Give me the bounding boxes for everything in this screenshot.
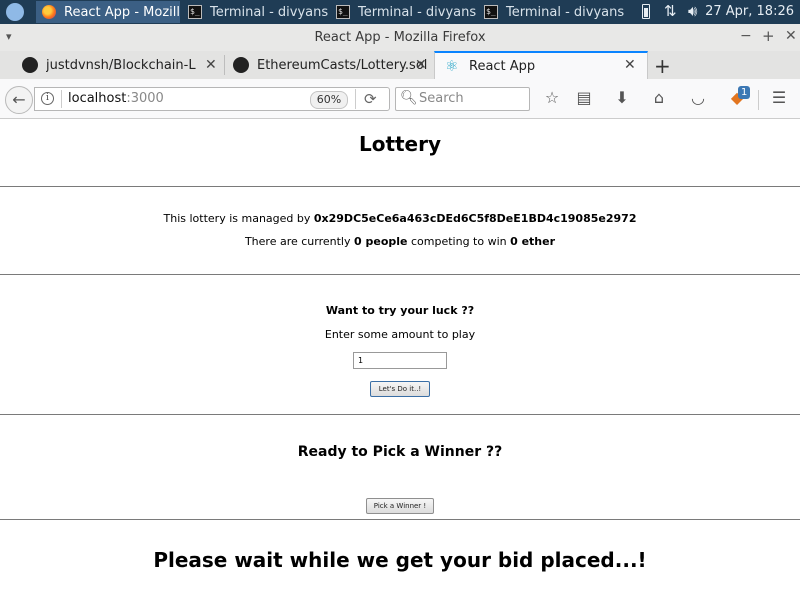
players-prefix: There are currently xyxy=(244,235,354,248)
maximize-icon[interactable]: + xyxy=(762,27,775,45)
manager-address: 0x29DC5eCe6a463cDEd6C5f8DeE1BD4c19085e29… xyxy=(313,212,637,225)
volume-icon[interactable]: 🔊︎ xyxy=(688,2,697,20)
taskbar-item-terminal-1[interactable]: $_ Terminal - divyans... xyxy=(182,1,328,23)
divider xyxy=(0,186,800,187)
tab-label: EthereumCasts/Lottery.sol xyxy=(257,57,428,73)
enter-lottery-button[interactable]: Let's Do it..! xyxy=(370,381,430,397)
terminal-icon: $_ xyxy=(484,5,498,19)
library-icon[interactable]: ▤ xyxy=(573,88,595,107)
pick-winner-button[interactable]: Pick a Winner ! xyxy=(366,498,434,514)
taskbar-item-label: React App - Mozilla... xyxy=(64,4,180,20)
divider xyxy=(0,274,800,275)
minimize-icon[interactable]: − xyxy=(740,28,752,44)
manager-line: This lottery is managed by 0x29DC5eCe6a4… xyxy=(0,212,800,225)
close-tab-icon[interactable]: ✕ xyxy=(205,57,217,73)
hamburger-menu-icon[interactable]: ☰ xyxy=(768,88,790,107)
home-icon[interactable]: ⌂ xyxy=(648,88,670,107)
tab-label: justdvnsh/Blockchain-Lottery xyxy=(46,57,196,73)
window-title: React App - Mozilla Firefox xyxy=(314,30,486,45)
close-tab-icon[interactable]: ✕ xyxy=(415,57,427,73)
react-icon: ⚛ xyxy=(445,57,459,75)
tab-blockchain-lottery[interactable]: justdvnsh/Blockchain-Lottery xyxy=(22,51,222,79)
terminal-icon: $_ xyxy=(336,5,350,19)
site-info-icon[interactable]: i xyxy=(41,92,54,105)
bookmark-star-icon[interactable]: ☆ xyxy=(541,88,563,107)
divider xyxy=(0,519,800,520)
tab-react-app[interactable]: ⚛ React App xyxy=(434,51,648,79)
players-count: 0 people xyxy=(354,235,408,248)
terminal-icon: $_ xyxy=(188,5,202,19)
firefox-icon xyxy=(42,5,56,19)
manager-prefix: This lottery is managed by xyxy=(163,212,314,225)
github-icon xyxy=(233,57,249,73)
taskbar-item-firefox[interactable]: React App - Mozilla... xyxy=(36,1,180,23)
taskbar-item-label: Terminal - divyans... xyxy=(210,4,328,20)
amount-input[interactable] xyxy=(353,352,447,369)
url-port: :3000 xyxy=(126,91,164,106)
taskbar-item-label: Terminal - divyans... xyxy=(506,4,624,20)
url-divider xyxy=(61,90,62,108)
luck-heading: Want to try your luck ?? xyxy=(325,304,475,317)
search-placeholder: Search xyxy=(419,91,464,106)
tab-lottery-sol[interactable]: EthereumCasts/Lottery.sol xyxy=(233,51,433,79)
battery-icon[interactable] xyxy=(642,4,650,19)
close-tab-icon[interactable]: ✕ xyxy=(624,57,636,73)
taskbar-item-terminal-3[interactable]: $_ Terminal - divyans... xyxy=(478,1,624,23)
pot-amount: 0 ether xyxy=(510,235,556,248)
download-icon[interactable]: ⬇ xyxy=(611,88,633,107)
new-tab-icon[interactable]: + xyxy=(654,54,671,78)
back-arrow-icon: ← xyxy=(12,90,26,109)
taskbar-item-label: Terminal - divyans... xyxy=(358,4,476,20)
amount-label: Enter some amount to play xyxy=(324,328,476,341)
search-icon: 🔍︎ xyxy=(400,90,418,106)
taskbar-item-terminal-2[interactable]: $_ Terminal - divyans... xyxy=(330,1,476,23)
close-window-icon[interactable]: ✕ xyxy=(785,28,797,44)
players-line: There are currently 0 people competing t… xyxy=(0,235,800,248)
tab-divider xyxy=(224,55,225,75)
github-icon xyxy=(22,57,38,73)
reload-divider xyxy=(355,89,356,109)
divider xyxy=(0,414,800,415)
tab-label: React App xyxy=(469,58,536,74)
pocket-icon[interactable]: ◡ xyxy=(687,88,709,107)
network-icon[interactable]: ⇅ xyxy=(664,2,677,20)
extension-badge: 1 xyxy=(738,86,751,99)
url-text[interactable]: localhost:3000 xyxy=(68,91,164,106)
page-title: Lottery xyxy=(358,132,442,156)
zoom-indicator[interactable]: 60% xyxy=(310,91,348,109)
players-middle: competing to win xyxy=(407,235,511,248)
menu-divider xyxy=(758,90,759,110)
clock[interactable]: 27 Apr, 18:26 xyxy=(705,4,794,19)
reload-icon[interactable]: ⟳ xyxy=(364,90,377,108)
app-menu-icon[interactable] xyxy=(6,3,24,21)
back-button[interactable]: ← xyxy=(5,86,33,114)
status-message: Please wait while we get your bid placed… xyxy=(153,548,647,572)
winner-heading: Ready to Pick a Winner ?? xyxy=(297,444,503,460)
url-host: localhost xyxy=(68,91,127,106)
desktop-panel: React App - Mozilla... $_ Terminal - div… xyxy=(0,0,800,24)
